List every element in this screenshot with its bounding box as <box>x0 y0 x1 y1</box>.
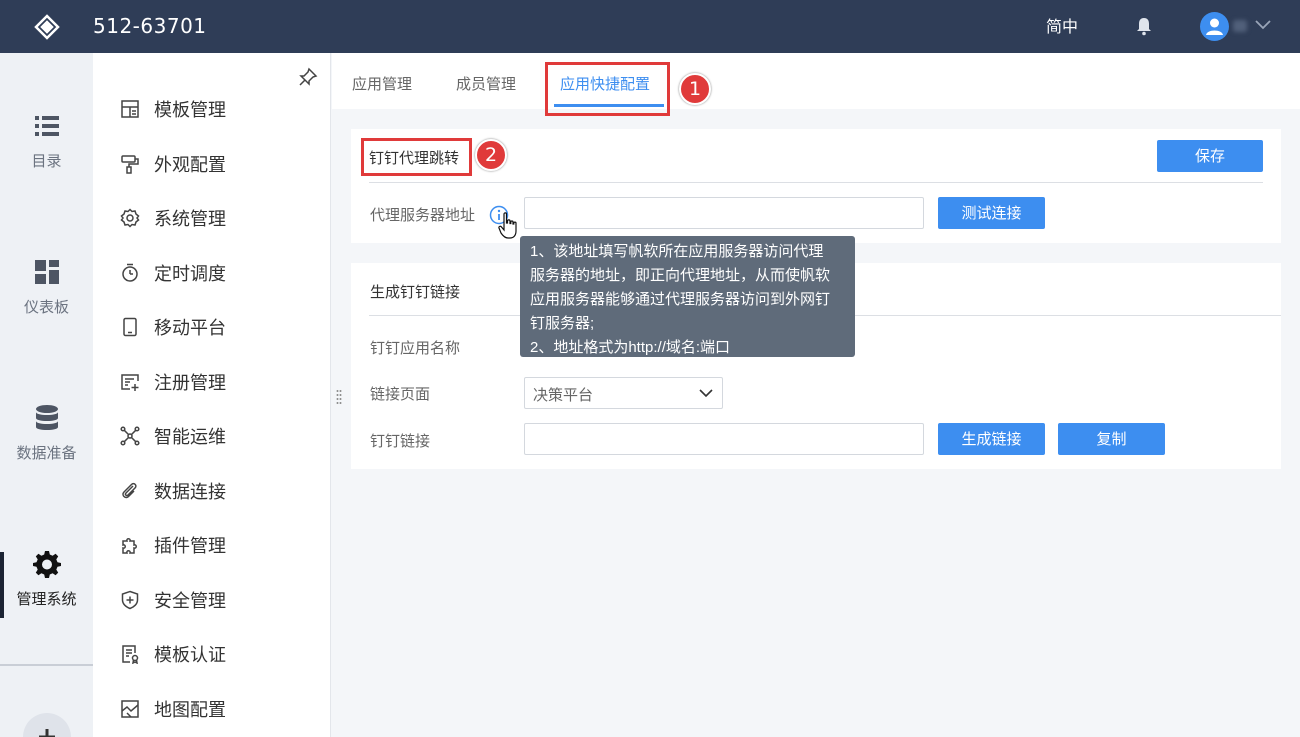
tab-member-management[interactable]: 成员管理 <box>456 73 516 94</box>
step-badge-2: 2 <box>475 139 507 171</box>
rail-divider <box>0 664 93 666</box>
rail-item-label: 管理系统 <box>16 590 77 608</box>
sidebar-item-template[interactable]: 模板管理 <box>120 94 226 124</box>
copy-button[interactable]: 复制 <box>1058 423 1165 455</box>
proxy-server-input[interactable] <box>524 197 924 229</box>
settings-icon <box>120 208 140 228</box>
save-button[interactable]: 保存 <box>1157 140 1263 172</box>
sidebar-item-label: 模板认证 <box>154 645 226 666</box>
sidebar-item-plugins[interactable]: 插件管理 <box>120 530 226 560</box>
mouse-cursor-icon <box>498 212 517 239</box>
sidebar-item-label: 注册管理 <box>154 373 226 394</box>
proxy-server-label: 代理服务器地址 <box>370 206 476 224</box>
rail-item-management[interactable]: 管理系统 <box>0 550 93 609</box>
sidebar-item-label: 移动平台 <box>154 318 226 339</box>
sidebar-item-data-connection[interactable]: 数据连接 <box>120 476 226 506</box>
timer-icon <box>122 263 138 282</box>
link-page-label: 链接页面 <box>370 385 431 403</box>
language-switch[interactable]: 简中 <box>1046 13 1078 37</box>
sidebar-item-system[interactable]: 系统管理 <box>120 203 226 233</box>
section-divider <box>369 182 1263 183</box>
tooltip-line: 钉服务器; <box>530 315 595 332</box>
generate-link-button[interactable]: 生成链接 <box>938 423 1045 455</box>
chevron-down-icon[interactable] <box>1254 17 1272 31</box>
sidebar-item-label: 外观配置 <box>154 155 226 176</box>
avatar[interactable] <box>1200 12 1229 41</box>
sidebar-item-register[interactable]: 注册管理 <box>120 367 226 397</box>
shield-icon <box>121 590 139 610</box>
network-icon <box>120 426 140 446</box>
sidebar-item-schedule[interactable]: 定时调度 <box>120 258 226 288</box>
sidebar-item-label: 数据连接 <box>154 482 226 503</box>
step-badge-1: 1 <box>679 73 711 105</box>
plus-icon <box>39 729 55 737</box>
template-icon <box>121 100 139 118</box>
certificate-icon <box>122 645 139 664</box>
link-page-select[interactable]: 决策平台 <box>524 377 723 409</box>
highlight-box-tab <box>545 62 670 116</box>
database-icon <box>35 405 58 430</box>
bell-icon[interactable] <box>1135 16 1153 36</box>
rail-item-dashboard[interactable]: 仪表板 <box>0 258 93 317</box>
app-name-label: 钉钉应用名称 <box>370 339 461 357</box>
sidebar-item-label: 定时调度 <box>154 264 226 285</box>
sidebar-item-map[interactable]: 地图配置 <box>120 694 226 724</box>
sidebar-item-label: 地图配置 <box>154 700 226 721</box>
rail-item-label: 数据准备 <box>16 444 77 462</box>
paperclip-icon <box>122 482 137 499</box>
highlight-box-section <box>361 138 472 176</box>
rail-item-data-prep[interactable]: 数据准备 <box>0 404 93 463</box>
sidebar-item-ops[interactable]: 智能运维 <box>120 421 226 451</box>
tooltip-line: 1、该地址填写帆软所在应用服务器访问代理 <box>530 243 824 260</box>
rail-item-label: 目录 <box>31 152 62 170</box>
sidebar-item-label: 插件管理 <box>154 536 226 557</box>
test-connection-button[interactable]: 测试连接 <box>938 197 1045 229</box>
sidebar-item-mobile[interactable]: 移动平台 <box>120 312 226 342</box>
app-logo-icon[interactable] <box>32 12 62 42</box>
link-page-value: 决策平台 <box>533 386 594 404</box>
puzzle-icon <box>122 538 137 554</box>
top-bar: 512-63701 简中 <box>0 0 1300 53</box>
tooltip-line: 服务器的地址，即正向代理地址，从而使帆软 <box>530 267 831 284</box>
sidebar-item-label: 智能运维 <box>154 427 226 448</box>
list-icon <box>34 116 59 136</box>
map-icon <box>121 700 139 718</box>
username-blurred <box>1233 20 1247 32</box>
tooltip-line: 应用服务器能够通过代理服务器访问到外网钉 <box>530 291 831 308</box>
sidebar-item-appearance[interactable]: 外观配置 <box>120 149 226 179</box>
page-title: 512-63701 <box>93 14 207 38</box>
sidebar-item-label: 安全管理 <box>154 591 226 612</box>
dashboard-icon <box>34 260 59 284</box>
sidebar-item-security[interactable]: 安全管理 <box>120 585 226 615</box>
sidebar-item-template-cert[interactable]: 模板认证 <box>120 639 226 669</box>
gear-icon <box>32 551 61 578</box>
register-icon <box>121 374 139 391</box>
tab-app-management[interactable]: 应用管理 <box>352 73 412 94</box>
chevron-down-icon <box>699 389 713 398</box>
add-button[interactable] <box>23 713 71 737</box>
resize-handle-icon[interactable] <box>336 389 342 405</box>
tooltip-line: 2、地址格式为http://域名:端口 <box>530 339 731 356</box>
mobile-icon <box>123 317 137 337</box>
paint-roller-icon <box>121 155 139 174</box>
info-tooltip: 1、该地址填写帆软所在应用服务器访问代理 服务器的地址，即正向代理地址，从而使帆… <box>520 236 855 357</box>
rail-item-catalog[interactable]: 目录 <box>0 112 93 171</box>
dingtalk-link-label: 钉钉链接 <box>370 432 431 450</box>
rail-item-label: 仪表板 <box>23 298 69 316</box>
sidebar-item-label: 系统管理 <box>154 209 226 230</box>
pin-icon[interactable] <box>298 67 318 87</box>
dingtalk-link-input[interactable] <box>524 423 924 455</box>
sidebar-item-label: 模板管理 <box>154 100 226 121</box>
link-section-title: 生成钉钉链接 <box>370 283 461 301</box>
